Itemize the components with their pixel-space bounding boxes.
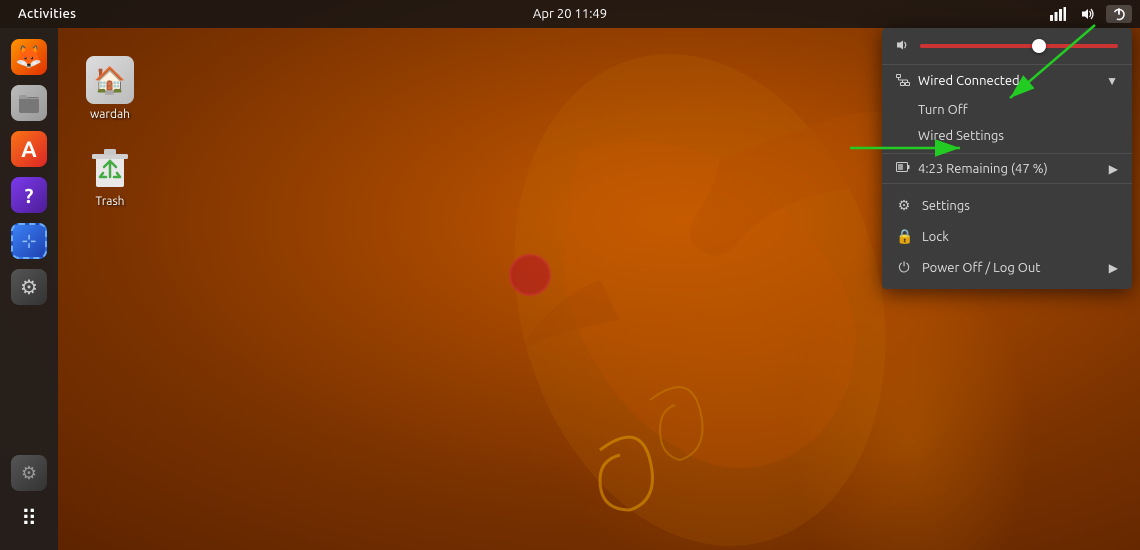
lock-menu-label: Lock: [922, 230, 1118, 244]
dock-item-settings[interactable]: [6, 266, 52, 308]
power-off-expand-arrow: ▶: [1109, 261, 1118, 275]
help-icon: [11, 177, 47, 213]
desktop-icon-trash[interactable]: Trash: [70, 137, 150, 214]
dock-item-files[interactable]: [6, 82, 52, 124]
bottom-menu: ⚙ Settings 🔒 Lock ⏻ Power Off / Log Out …: [882, 184, 1132, 289]
screenshot-icon: [11, 223, 47, 259]
dock-item-firefox[interactable]: [6, 36, 52, 78]
appgrid-icon: [11, 501, 47, 537]
settings-icon: [11, 269, 47, 305]
wired-network-icon: [896, 73, 910, 89]
topbar: Activities Apr 20 11:49: [0, 0, 1140, 28]
battery-icon: [896, 161, 910, 176]
dock: [0, 28, 58, 550]
power-off-menu-label: Power Off / Log Out: [922, 261, 1099, 275]
dock-item-help[interactable]: [6, 174, 52, 216]
network-status-icon[interactable]: [1046, 5, 1070, 23]
wardah-icon-label: wardah: [90, 108, 130, 121]
trash-icon: [86, 143, 134, 191]
turn-off-item[interactable]: Turn Off: [882, 97, 1132, 123]
volume-slider-fill: [920, 44, 1039, 48]
dock-item-appstore[interactable]: [6, 128, 52, 170]
desktop: Activities Apr 20 11:49: [0, 0, 1140, 550]
power-off-menu-item[interactable]: ⏻ Power Off / Log Out ▶: [882, 252, 1132, 283]
volume-slider[interactable]: [920, 44, 1118, 48]
volume-row[interactable]: [882, 28, 1132, 65]
trash-icon-label: Trash: [95, 195, 124, 208]
desktop-icon-wardah[interactable]: wardah: [70, 50, 150, 127]
wardah-folder-icon: [86, 56, 134, 104]
power-off-menu-icon: ⏻: [896, 259, 912, 276]
dock-item-sysmon[interactable]: [6, 452, 52, 494]
activities-button[interactable]: Activities: [8, 7, 86, 21]
appstore-icon: [11, 131, 47, 167]
settings-menu-icon: ⚙: [896, 197, 912, 214]
battery-status-row[interactable]: 4:23 Remaining (47 %) ▶: [882, 154, 1132, 184]
lock-menu-icon: 🔒: [896, 228, 912, 245]
wired-settings-item[interactable]: Wired Settings: [882, 123, 1132, 149]
wired-network-section: Wired Connected ▼ Turn Off Wired Setting…: [882, 65, 1132, 154]
volume-slider-icon: [896, 38, 910, 54]
settings-menu-item[interactable]: ⚙ Settings: [882, 190, 1132, 221]
sysmon-icon: [11, 455, 47, 491]
battery-remaining-label: 4:23 Remaining (47 %): [918, 162, 1101, 176]
topbar-right: [1046, 5, 1132, 23]
topbar-datetime: Apr 20 11:49: [533, 7, 607, 21]
files-icon: [11, 85, 47, 121]
volume-icon[interactable]: [1076, 5, 1100, 23]
firefox-icon: [11, 39, 47, 75]
topbar-left: Activities: [8, 7, 86, 21]
wired-expand-chevron: ▼: [1106, 74, 1118, 88]
lock-menu-item[interactable]: 🔒 Lock: [882, 221, 1132, 252]
wired-connected-header[interactable]: Wired Connected ▼: [882, 65, 1132, 97]
system-menu-dropdown: Wired Connected ▼ Turn Off Wired Setting…: [882, 28, 1132, 289]
dock-item-screenshot[interactable]: [6, 220, 52, 262]
volume-slider-thumb[interactable]: [1032, 39, 1046, 53]
desktop-icons-area: wardah Trash: [70, 50, 150, 214]
power-menu-icon[interactable]: [1106, 5, 1132, 23]
wired-submenu: Turn Off Wired Settings: [882, 97, 1132, 153]
battery-expand-chevron: ▶: [1109, 162, 1118, 176]
dock-item-appgrid[interactable]: [6, 498, 52, 540]
wired-connected-label: Wired Connected: [918, 74, 1098, 88]
settings-menu-label: Settings: [922, 199, 1118, 213]
